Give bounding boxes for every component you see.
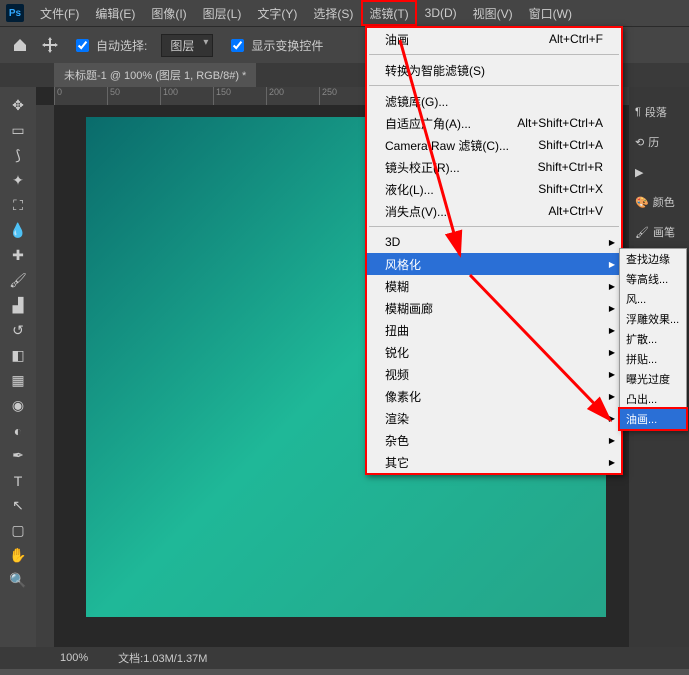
eyedrop-tool[interactable]: 💧: [3, 218, 33, 243]
filter-adaptive-wide[interactable]: 自适应广角(A)...Alt+Shift+Ctrl+A: [367, 112, 621, 134]
shape-tool[interactable]: ▢: [3, 518, 33, 543]
filter-other[interactable]: 其它: [367, 451, 621, 473]
ruler-vertical: [36, 105, 54, 647]
menu-3d[interactable]: 3D(D): [417, 0, 465, 26]
filter-last[interactable]: 油画Alt+Ctrl+F: [367, 28, 621, 50]
crop-tool[interactable]: ⛶: [3, 193, 33, 218]
filter-render[interactable]: 渲染: [367, 407, 621, 429]
stamp-tool[interactable]: ▟: [3, 293, 33, 318]
filter-sharpen[interactable]: 锐化: [367, 341, 621, 363]
menu-window[interactable]: 窗口(W): [521, 0, 580, 26]
menu-view[interactable]: 视图(V): [465, 0, 521, 26]
menu-file[interactable]: 文件(F): [32, 0, 87, 26]
filter-smart[interactable]: 转换为智能滤镜(S): [367, 59, 621, 81]
move-tool[interactable]: ✥: [3, 93, 33, 118]
text-tool[interactable]: T: [3, 468, 33, 493]
filter-distort[interactable]: 扭曲: [367, 319, 621, 341]
menu-select[interactable]: 选择(S): [305, 0, 361, 26]
home-icon[interactable]: [12, 37, 28, 53]
filter-video[interactable]: 视频: [367, 363, 621, 385]
sub-wind[interactable]: 风...: [620, 289, 686, 309]
doc-info: 文档:1.03M/1.37M: [118, 650, 207, 666]
sub-solarize[interactable]: 曝光过度: [620, 369, 686, 389]
stylize-submenu: 查找边缘 等高线... 风... 浮雕效果... 扩散... 拼贴... 曝光过…: [619, 248, 687, 430]
heal-tool[interactable]: ✚: [3, 243, 33, 268]
filter-noise[interactable]: 杂色: [367, 429, 621, 451]
panel-paragraph[interactable]: ¶ 段落: [629, 97, 689, 127]
gradient-tool[interactable]: ▦: [3, 368, 33, 393]
menubar: Ps 文件(F) 编辑(E) 图像(I) 图层(L) 文字(Y) 选择(S) 滤…: [0, 0, 689, 26]
sub-contour[interactable]: 等高线...: [620, 269, 686, 289]
marquee-tool[interactable]: ▭: [3, 118, 33, 143]
lasso-tool[interactable]: ⟆: [3, 143, 33, 168]
menu-filter[interactable]: 滤镜(T): [361, 0, 416, 26]
menu-image[interactable]: 图像(I): [143, 0, 194, 26]
filter-pixelate[interactable]: 像素化: [367, 385, 621, 407]
sub-extrude[interactable]: 凸出...: [620, 389, 686, 409]
zoom-tool[interactable]: 🔍: [3, 568, 33, 593]
brush-tool[interactable]: 🖌: [3, 268, 33, 293]
panel-history[interactable]: ⟲ 历: [629, 127, 689, 157]
auto-select-check[interactable]: 自动选择:: [72, 36, 147, 55]
wand-tool[interactable]: ✦: [3, 168, 33, 193]
filter-gallery[interactable]: 滤镜库(G)...: [367, 90, 621, 112]
panel-color[interactable]: 🎨 颜色: [629, 187, 689, 217]
document-tab[interactable]: 未标题-1 @ 100% (图层 1, RGB/8#) *: [54, 63, 256, 87]
sub-diffuse[interactable]: 扩散...: [620, 329, 686, 349]
panel-brush[interactable]: 🖌 画笔: [629, 217, 689, 247]
show-transform-check[interactable]: 显示变换控件: [227, 36, 323, 55]
filter-blur[interactable]: 模糊: [367, 275, 621, 297]
filter-3d[interactable]: 3D: [367, 231, 621, 253]
zoom-level[interactable]: 100%: [60, 652, 88, 664]
eraser-tool[interactable]: ◧: [3, 343, 33, 368]
ps-logo: Ps: [6, 4, 24, 22]
panel-actions[interactable]: ▶: [629, 157, 689, 187]
status-bar: 100% 文档:1.03M/1.37M: [0, 647, 689, 669]
sub-oilpaint[interactable]: 油画...: [618, 407, 688, 431]
pen-tool[interactable]: ✒: [3, 443, 33, 468]
filter-camera-raw[interactable]: Camera Raw 滤镜(C)...Shift+Ctrl+A: [367, 134, 621, 156]
layer-select[interactable]: 图层: [161, 34, 213, 57]
dodge-tool[interactable]: ◐: [3, 418, 33, 443]
menu-layer[interactable]: 图层(L): [195, 0, 250, 26]
filter-blur-gallery[interactable]: 模糊画廊: [367, 297, 621, 319]
sub-tiles[interactable]: 拼贴...: [620, 349, 686, 369]
sub-find-edges[interactable]: 查找边缘: [620, 249, 686, 269]
hand-tool[interactable]: ✋: [3, 543, 33, 568]
menu-text[interactable]: 文字(Y): [249, 0, 305, 26]
filter-dropdown: 油画Alt+Ctrl+F 转换为智能滤镜(S) 滤镜库(G)... 自适应广角(…: [365, 26, 623, 475]
path-tool[interactable]: ↖: [3, 493, 33, 518]
tools-panel: ✥ ▭ ⟆ ✦ ⛶ 💧 ✚ 🖌 ▟ ↺ ◧ ▦ ◉ ◐ ✒ T ↖ ▢ ✋ 🔍: [0, 87, 36, 647]
filter-liquify[interactable]: 液化(L)...Shift+Ctrl+X: [367, 178, 621, 200]
filter-vanish[interactable]: 消失点(V)...Alt+Ctrl+V: [367, 200, 621, 222]
move-tool-icon: [42, 37, 58, 53]
filter-lens[interactable]: 镜头校正(R)...Shift+Ctrl+R: [367, 156, 621, 178]
sub-emboss[interactable]: 浮雕效果...: [620, 309, 686, 329]
filter-stylize[interactable]: 风格化: [367, 253, 621, 275]
menu-edit[interactable]: 编辑(E): [87, 0, 143, 26]
history-brush-tool[interactable]: ↺: [3, 318, 33, 343]
blur-tool[interactable]: ◉: [3, 393, 33, 418]
